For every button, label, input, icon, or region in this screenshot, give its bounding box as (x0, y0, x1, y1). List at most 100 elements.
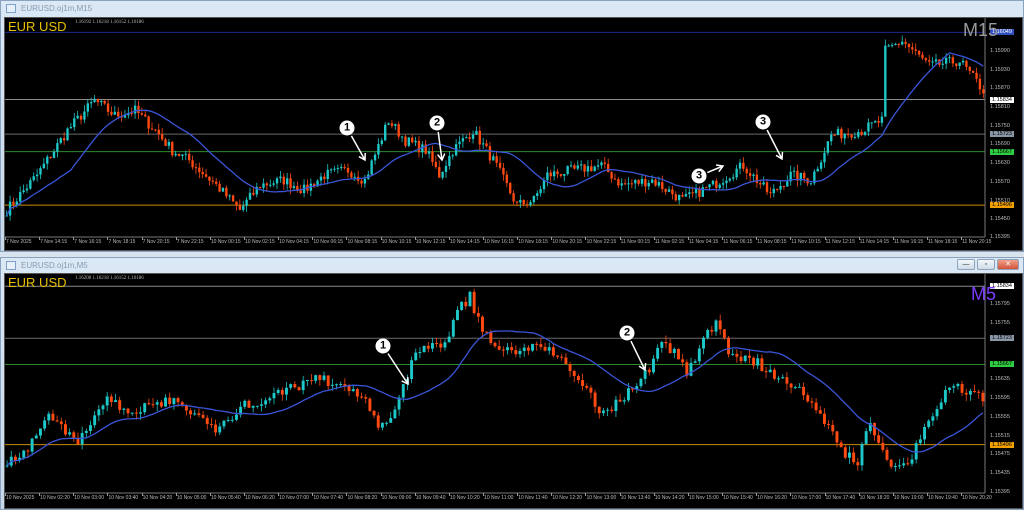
candle (225, 185, 228, 199)
candle (72, 430, 76, 442)
candle (130, 412, 134, 416)
candle (864, 428, 868, 446)
candle (576, 160, 579, 171)
candle (955, 63, 958, 70)
candle (656, 344, 660, 362)
time-axis-label: 10 Nov 2025 (6, 495, 35, 501)
title-bar[interactable]: EURUSD.oj1m,M5 — ▫ ✕ (1, 258, 1023, 273)
candle (873, 422, 876, 441)
candle (13, 454, 17, 465)
time-axis-label: 10 Nov 20:15 (552, 239, 583, 245)
price-axis-tick: 1.15595 (990, 395, 1010, 402)
annotation-number-badge: 1 (375, 338, 391, 354)
candle (73, 113, 76, 131)
candle (810, 397, 814, 409)
candle (873, 120, 877, 124)
m5-candlestick-chart[interactable]: 1.15834 1.15723 1.15667 1.15496 1.15795 1.157… (4, 273, 1023, 509)
candle (860, 129, 863, 137)
candle (380, 422, 384, 431)
candle (764, 366, 768, 379)
time-axis-label: 10 Nov 09:40 (415, 495, 446, 501)
candle (738, 159, 742, 175)
candle (677, 194, 681, 205)
candle (518, 347, 522, 359)
price-plot (5, 18, 986, 238)
candle (917, 49, 921, 58)
candle (694, 183, 698, 199)
candle (870, 122, 873, 129)
candle (475, 126, 478, 135)
candle (585, 383, 589, 390)
price-axis-tick: 1.15395 (990, 233, 1010, 240)
candle (531, 343, 534, 352)
chart-window-icon (6, 261, 16, 270)
candle (367, 170, 370, 180)
candle (684, 188, 688, 197)
candle (194, 163, 198, 174)
candle (435, 337, 439, 348)
candle (725, 176, 728, 189)
candle (623, 179, 627, 186)
symbol-label: EUR USD (8, 19, 67, 34)
maximize-button[interactable]: ▫ (977, 259, 995, 270)
candle (556, 168, 559, 179)
candle (643, 369, 647, 385)
candle (975, 67, 978, 83)
candle (857, 129, 860, 139)
title-bar[interactable]: EURUSD.oj1m,M15 (1, 1, 1023, 16)
candle (59, 417, 63, 430)
candle (230, 416, 234, 423)
candle (280, 387, 284, 401)
candle (377, 138, 380, 159)
window-title: EURUSD.oj1m,M15 (21, 4, 93, 13)
time-axis-label: 10 Nov 04:15 (279, 239, 309, 245)
candle (373, 152, 377, 165)
candle (22, 184, 25, 194)
time-axis-label: 10 Nov 03:00 (74, 495, 105, 501)
m15-candlestick-chart[interactable]: 1.16049 1.15834 1.15723 1.15667 1.15496 1.159… (4, 17, 1023, 251)
candle (159, 399, 163, 409)
candle (779, 181, 782, 194)
price-axis-tick: 1.15810 (990, 104, 1010, 110)
candle (39, 165, 42, 180)
time-axis-label: 11 Nov 20:15 (962, 239, 992, 245)
candle (727, 335, 730, 358)
candle (29, 177, 32, 190)
candle (255, 182, 258, 198)
candle (296, 181, 299, 193)
candle (193, 409, 197, 416)
candle (42, 157, 46, 169)
candle (977, 389, 981, 399)
candle (843, 132, 846, 145)
minimize-button[interactable]: — (957, 259, 975, 270)
candle (664, 335, 668, 349)
candle (18, 452, 22, 463)
timeframe-label: M15 (963, 20, 999, 40)
candle (147, 398, 151, 406)
candle (931, 57, 934, 67)
time-axis-label: 10 Nov 22:15 (586, 239, 617, 245)
candle (390, 120, 394, 129)
candle (305, 379, 309, 387)
candle (251, 405, 255, 413)
annotation-arrow (630, 340, 647, 372)
candle (814, 398, 818, 414)
moving-average-line (6, 330, 984, 467)
time-axis-label: 11 Nov 12:15 (825, 239, 855, 245)
candle (454, 139, 458, 157)
candle (472, 288, 476, 315)
candle (356, 170, 360, 185)
candle (637, 179, 640, 187)
time-axis-label: 10 Nov 17:00 (791, 495, 822, 501)
close-button[interactable]: ✕ (997, 259, 1019, 270)
candle (714, 319, 718, 336)
candle (622, 397, 626, 405)
candle (106, 99, 110, 116)
candle (589, 385, 593, 399)
candle (215, 178, 218, 187)
candle (732, 173, 735, 182)
chart-window-icon (6, 4, 16, 13)
time-axis-label: 11 Nov 06:15 (723, 239, 753, 245)
candle (877, 429, 881, 445)
candle (606, 407, 610, 417)
